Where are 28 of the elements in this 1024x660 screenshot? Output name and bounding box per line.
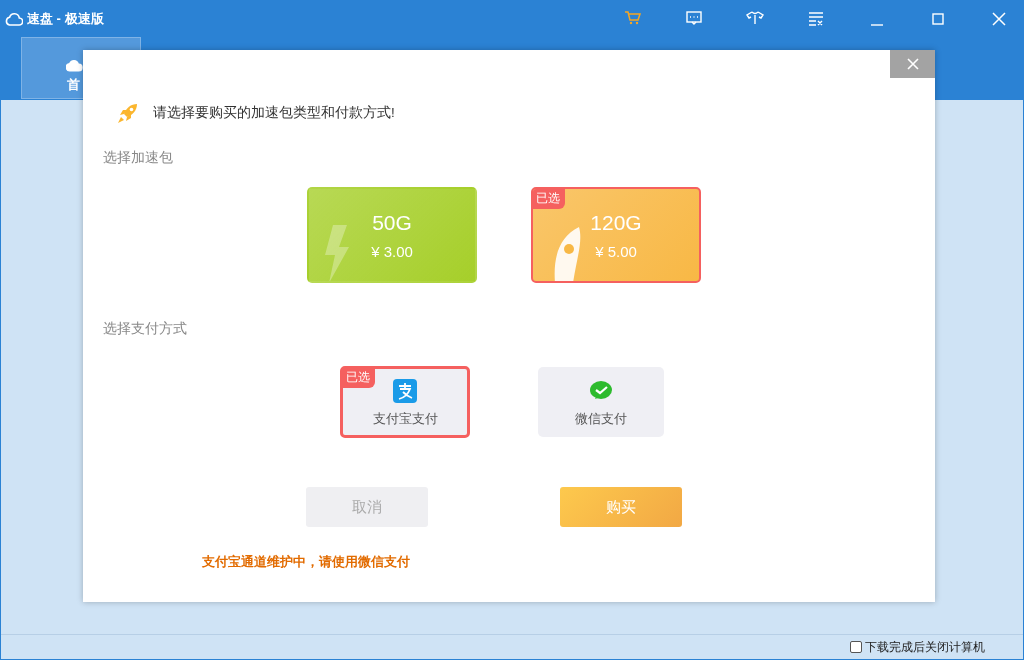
section-heading: 选择加速包 [103,149,174,167]
selected-badge: 已选 [342,368,375,388]
package-price: ¥ 3.00 [371,242,413,260]
rocket-icon [116,101,140,125]
alipay-icon [393,378,417,403]
cancel-button[interactable]: 取消 [306,487,428,527]
notice-text: 支付宝通道维护中，请使用微信支付 [202,553,411,571]
payment-label: 支付宝支付 [372,409,438,428]
payment-option[interactable]: 微信支付 [538,367,664,437]
package-card[interactable]: 50G ¥ 3.00 [307,187,477,283]
checkbox[interactable] [850,641,862,653]
section-heading: 选择支付方式 [103,320,188,338]
list-settings-icon[interactable] [806,9,825,28]
close-icon [906,58,919,70]
package-size: 120G [590,210,642,235]
selected-badge: 已选 [533,189,565,209]
close-button[interactable] [890,50,935,78]
package-card[interactable]: 120G ¥ 5.00 已选 [531,187,701,283]
buy-button[interactable]: 购买 [560,487,682,527]
cloud-icon [5,11,23,26]
dialog-prompt: 请选择要购买的加速包类型和付款方式! [153,104,395,122]
package-price: ¥ 5.00 [595,242,637,260]
checkbox-label: 下载完成后关闭计算机 [865,638,985,656]
package-size: 50G [372,210,412,235]
close-icon[interactable] [989,9,1008,28]
payment-option[interactable]: 支付宝支付 已选 [340,366,470,438]
window-title: 速盘 - 极速版 [27,9,104,28]
payment-label: 微信支付 [575,409,627,428]
